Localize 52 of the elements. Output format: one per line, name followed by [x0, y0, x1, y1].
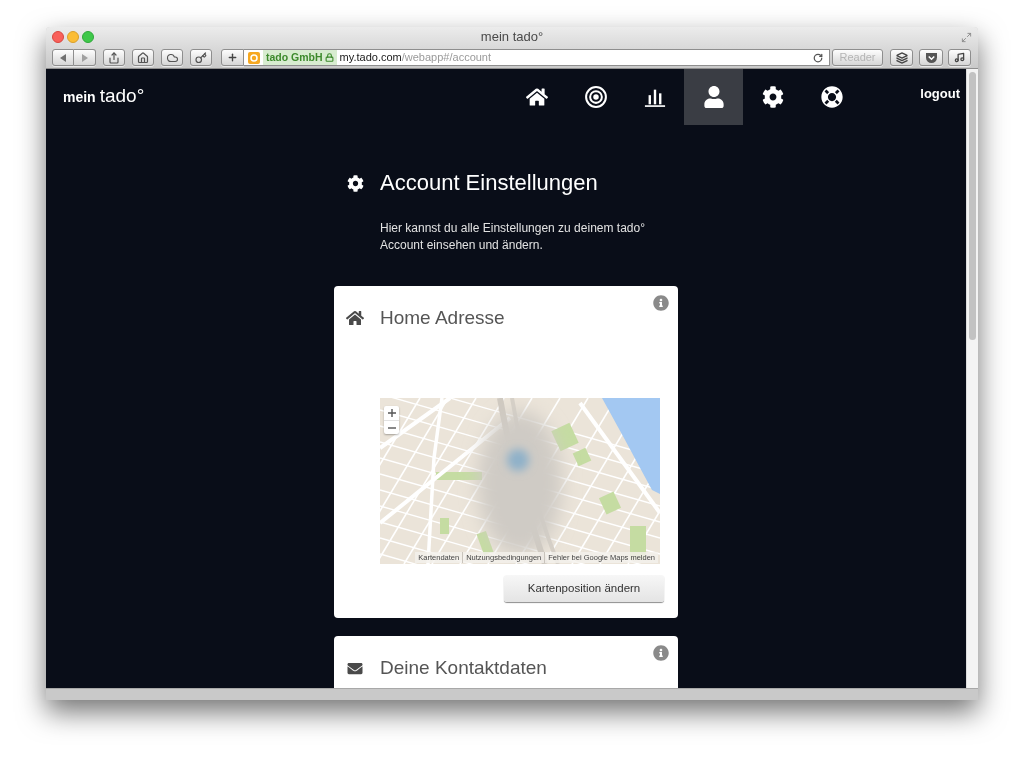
home-icon: [346, 310, 364, 326]
layers-button[interactable]: [890, 49, 913, 66]
card-title: Home Adresse: [380, 306, 505, 330]
share-button[interactable]: [103, 49, 125, 66]
extension-button[interactable]: [948, 49, 971, 66]
home-button[interactable]: [132, 49, 154, 66]
pocket-icon: [924, 52, 938, 63]
layers-icon: [895, 51, 908, 64]
target-icon: [584, 86, 607, 108]
favicon-icon: [248, 51, 260, 64]
envelope-icon: [346, 660, 364, 676]
nav-tab[interactable]: [684, 69, 743, 125]
identity-badge[interactable]: tado GmbH: [263, 50, 337, 65]
scrollbar-thumb[interactable]: [969, 72, 976, 340]
close-button[interactable]: [52, 31, 64, 43]
user-icon: [702, 86, 725, 108]
new-tab-button[interactable]: [221, 49, 244, 66]
logo-brand: tado°: [99, 86, 145, 106]
intro-text: Hier kannst du alle Einstellungen zu deinem tado° Account einsehen und ändern.: [380, 220, 646, 254]
forward-button[interactable]: [74, 49, 96, 66]
icloud-tabs-button[interactable]: [161, 49, 183, 66]
key-icon: [195, 51, 207, 64]
home-icon: [525, 86, 548, 108]
window-title: mein tado°: [480, 29, 544, 45]
music-note-icon: [954, 52, 965, 63]
plus-icon: [227, 52, 238, 63]
plus-icon: [387, 409, 396, 417]
url-text: my.tado.com/webapp#/account: [339, 50, 492, 65]
fullscreen-icon[interactable]: [961, 31, 972, 43]
pocket-button[interactable]: [919, 49, 943, 66]
change-map-position-button[interactable]: Kartenposition ändern: [504, 575, 664, 602]
info-icon[interactable]: [653, 295, 669, 311]
lock-icon: [324, 53, 334, 62]
forward-icon: [81, 53, 88, 62]
lifebuoy-icon: [820, 86, 843, 108]
info-icon[interactable]: [653, 645, 669, 661]
back-button[interactable]: [52, 49, 74, 66]
passwords-button[interactable]: [190, 49, 212, 66]
share-icon: [108, 51, 120, 64]
logout-link[interactable]: logout: [920, 86, 960, 102]
reload-button[interactable]: [813, 52, 823, 63]
address-bar[interactable]: tado GmbH my.tado.com/webapp#/account: [244, 49, 830, 66]
cloud-icon: [165, 51, 179, 64]
back-icon: [60, 53, 66, 62]
minus-icon: [387, 426, 396, 429]
home-icon: [137, 51, 149, 64]
reload-icon: [813, 52, 823, 63]
page-title: Account Einstellungen: [380, 169, 598, 197]
settings-icon: [761, 86, 784, 108]
logo-prefix: mein: [63, 88, 96, 106]
settings-icon: [347, 174, 364, 192]
card-title: Deine Kontaktdaten: [380, 656, 547, 680]
